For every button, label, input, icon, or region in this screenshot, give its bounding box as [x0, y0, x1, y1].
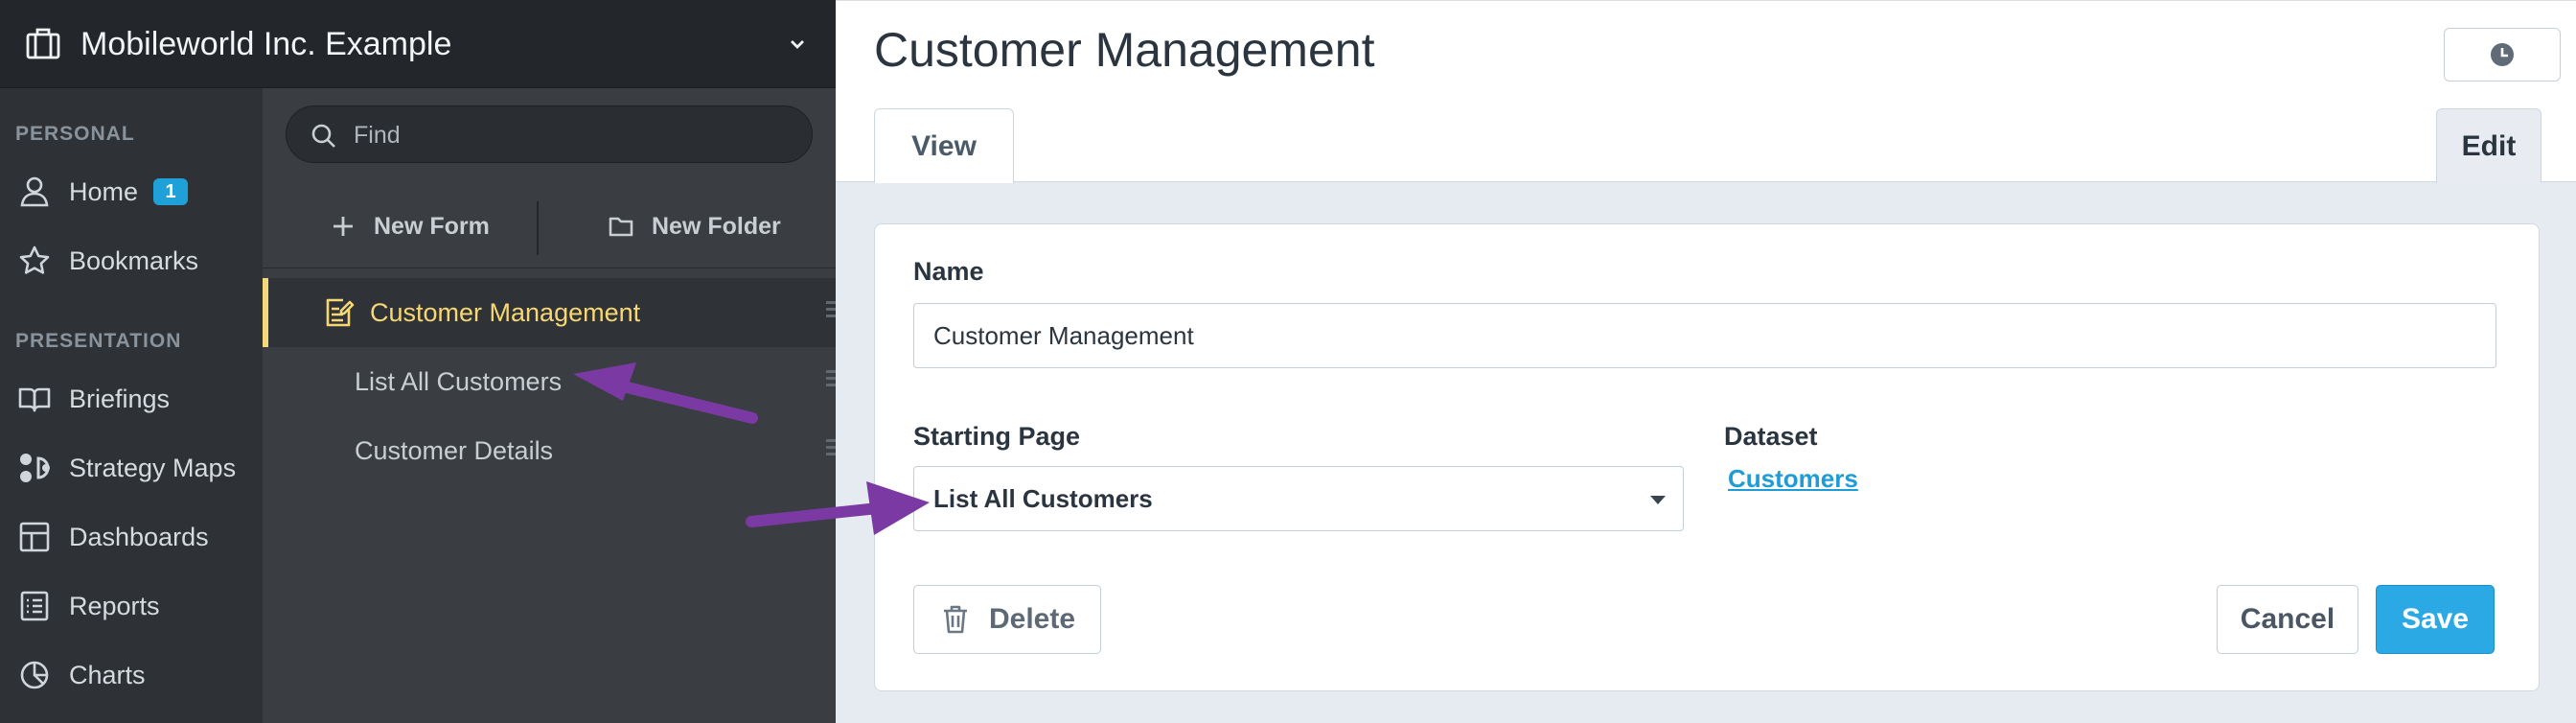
section-label-presentation: PRESENTATION — [15, 330, 182, 352]
sidebar-item-dashboards[interactable]: Dashboards — [0, 508, 263, 566]
org-switcher[interactable]: Mobileworld Inc. Example — [0, 0, 836, 88]
tab-view[interactable]: View — [874, 108, 1014, 183]
starting-page-value: List All Customers — [933, 484, 1153, 513]
delete-button[interactable]: Delete — [913, 585, 1101, 654]
delete-label: Delete — [988, 603, 1076, 635]
new-form-label: New Form — [374, 212, 490, 240]
user-icon — [20, 176, 49, 207]
sidebar-item-bookmarks[interactable]: Bookmarks — [0, 232, 263, 290]
report-icon — [20, 591, 49, 621]
find-input[interactable] — [354, 116, 794, 154]
plus-icon — [334, 217, 353, 236]
sidebar-item-reports[interactable]: Reports — [0, 577, 263, 635]
folder-icon — [609, 217, 633, 237]
starting-page-label: Starting Page — [913, 422, 1081, 451]
drag-handle-icon[interactable] — [826, 439, 836, 462]
strategy-map-icon — [20, 454, 50, 482]
briefcase-icon — [26, 28, 60, 59]
new-form-button[interactable]: New Form — [330, 184, 490, 268]
sidebar-item-label: Briefings — [69, 384, 171, 413]
tree-item-label: Customer Management — [370, 297, 641, 327]
star-icon — [19, 245, 50, 274]
book-icon — [18, 387, 51, 412]
page-title: Customer Management — [874, 23, 1375, 77]
name-label: Name — [913, 257, 984, 286]
dashboard-icon — [19, 522, 50, 552]
sidebar-item-home[interactable]: Home 1 — [0, 163, 263, 221]
drag-handle-icon[interactable] — [826, 301, 836, 324]
search-icon — [311, 124, 335, 148]
section-label-personal: PERSONAL — [15, 123, 135, 145]
form-icon — [326, 298, 355, 327]
chevron-down-icon — [791, 40, 804, 49]
tree-item-label: List All Customers — [355, 366, 563, 396]
tree-actions: New Form New Folder — [263, 184, 836, 268]
clock-icon — [2491, 43, 2514, 66]
name-field[interactable] — [913, 303, 2496, 368]
drag-handle-icon[interactable] — [826, 370, 836, 393]
org-name: Mobileworld Inc. Example — [80, 26, 452, 62]
sidebar-item-label: Reports — [69, 591, 160, 620]
edit-form-card: Name Starting Page List All Customers Da… — [874, 223, 2540, 691]
dataset-label: Dataset — [1724, 422, 1818, 451]
sidebar-item-charts[interactable]: Charts — [0, 646, 263, 704]
save-button[interactable]: Save — [2376, 585, 2495, 654]
notification-badge: 1 — [153, 178, 188, 205]
starting-page-select[interactable]: List All Customers — [913, 466, 1684, 531]
sidebar-item-label: Home — [69, 176, 139, 206]
history-button[interactable] — [2444, 28, 2561, 82]
tree-item-customer-management[interactable]: Customer Management — [263, 278, 836, 347]
divider — [537, 201, 539, 255]
main-panel: Customer Management View Edit Name Start… — [836, 0, 2576, 723]
sidebar-item-label: Charts — [69, 660, 146, 689]
new-folder-label: New Folder — [652, 212, 781, 240]
sidebar-item-strategy-maps[interactable]: Strategy Maps — [0, 439, 263, 497]
tree-item-label: Customer Details — [355, 435, 554, 465]
left-sidebar: PERSONAL Home 1 Bookmarks PRESENTATION B… — [0, 0, 263, 723]
sidebar-item-label: Bookmarks — [69, 245, 199, 275]
find-box[interactable] — [286, 105, 813, 163]
new-folder-button[interactable]: New Folder — [608, 184, 781, 268]
sidebar-item-label: Strategy Maps — [69, 453, 237, 482]
sidebar-item-briefings[interactable]: Briefings — [0, 370, 263, 428]
caret-down-icon — [1650, 496, 1666, 504]
tree-item-customer-details[interactable]: Customer Details — [263, 416, 836, 485]
pie-chart-icon — [20, 661, 49, 689]
trash-icon — [943, 605, 967, 634]
form-tree-panel: New Form New Folder Customer Management … — [263, 88, 836, 723]
sidebar-item-label: Dashboards — [69, 522, 209, 551]
tab-edit[interactable]: Edit — [2436, 108, 2542, 183]
tree-item-list-all-customers[interactable]: List All Customers — [263, 347, 836, 416]
cancel-button[interactable]: Cancel — [2217, 585, 2358, 654]
dataset-link[interactable]: Customers — [1728, 464, 1858, 494]
tab-bar-line — [836, 181, 2576, 182]
